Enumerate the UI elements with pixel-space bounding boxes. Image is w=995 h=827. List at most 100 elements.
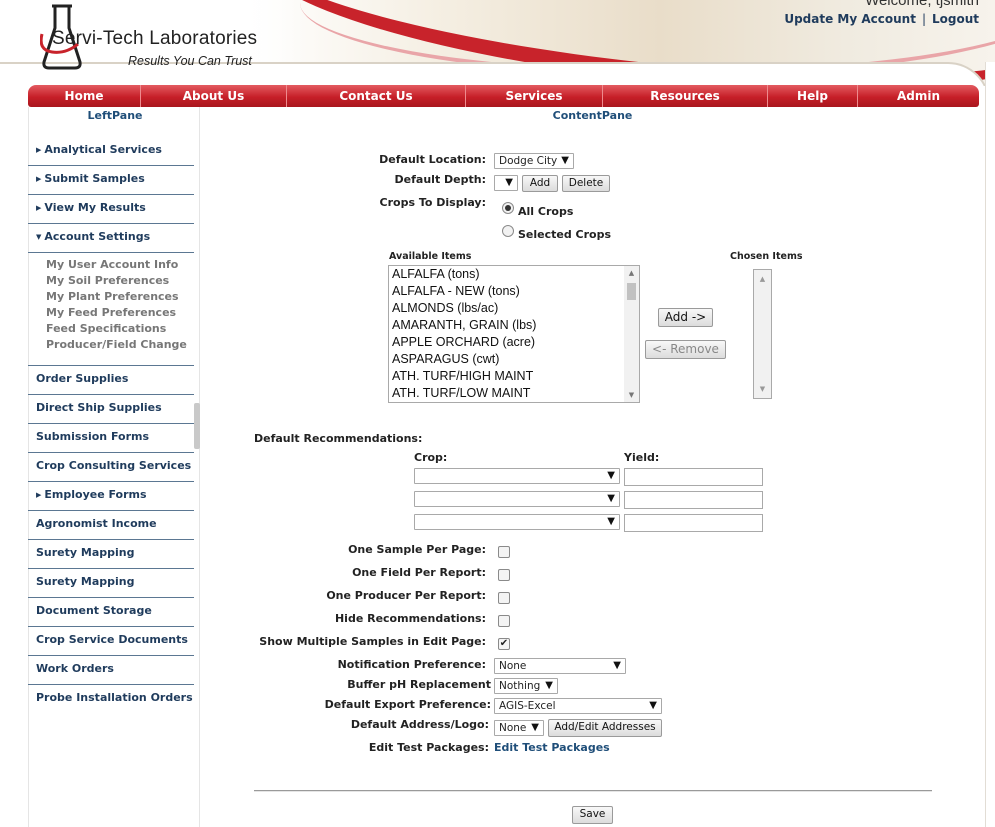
form-divider: [254, 790, 932, 792]
menu-probe-installation-orders[interactable]: Probe Installation Orders: [28, 685, 194, 714]
menu-work-orders[interactable]: Work Orders: [28, 656, 194, 685]
rec-crop-select-2[interactable]: ▼: [414, 491, 620, 507]
default-address-logo-label: Default Address/Logo:: [350, 718, 489, 731]
nav-help[interactable]: Help: [768, 85, 858, 107]
menu-agronomist-income[interactable]: Agronomist Income: [28, 511, 194, 540]
remove-crop-button[interactable]: <- Remove: [645, 340, 726, 359]
submenu-my-feed-preferences[interactable]: My Feed Preferences: [46, 305, 194, 321]
menu-crop-service-documents[interactable]: Crop Service Documents: [28, 627, 194, 656]
scroll-up-arrow-icon[interactable]: ▲: [624, 266, 639, 280]
menu-employee-forms[interactable]: ▶ Employee Forms: [28, 482, 194, 511]
submenu-producer-field-change[interactable]: Producer/Field Change: [46, 337, 194, 353]
menu-crop-consulting-services[interactable]: Crop Consulting Services: [28, 453, 194, 482]
one-field-per-report-checkbox[interactable]: [498, 569, 510, 581]
add-edit-addresses-button[interactable]: Add/Edit Addresses: [548, 719, 662, 737]
submenu-my-plant-preferences[interactable]: My Plant Preferences: [46, 289, 194, 305]
scroll-up-arrow-icon[interactable]: ▲: [754, 272, 771, 286]
nav-home[interactable]: Home: [28, 85, 141, 107]
rec-yield-input-2[interactable]: [624, 491, 763, 509]
rec-yield-input-1[interactable]: [624, 468, 763, 486]
selected-crops-radio[interactable]: [502, 225, 514, 237]
site-header: Servi-Tech Laboratories Results You Can …: [0, 0, 995, 86]
show-multiple-samples-label: Show Multiple Samples in Edit Page:: [259, 635, 486, 648]
menu-surety-mapping[interactable]: Surety Mapping: [28, 540, 194, 569]
default-recommendations-label: Default Recommendations:: [254, 432, 423, 445]
add-depth-button[interactable]: Add: [522, 175, 558, 192]
list-item[interactable]: ALMONDS (lbs/ac): [389, 300, 639, 317]
update-account-link[interactable]: Update My Account: [784, 12, 916, 26]
available-items-label: Available Items: [389, 251, 472, 262]
chosen-items-list[interactable]: ▲ ▼: [753, 269, 772, 399]
edit-test-packages-label: Edit Test Packages:: [368, 741, 489, 754]
notification-preference-select[interactable]: None ▼: [494, 658, 626, 674]
list-item[interactable]: ATH. TURF/HIGH MAINT: [389, 368, 639, 385]
menu-analytical-services[interactable]: ▶ Analytical Services: [28, 137, 194, 166]
scroll-down-arrow-icon[interactable]: ▼: [624, 388, 639, 402]
list-item[interactable]: ALFALFA - NEW (tons): [389, 283, 639, 300]
crop-column-label: Crop:: [414, 451, 448, 464]
available-items-list[interactable]: ALFALFA (tons) ALFALFA - NEW (tons) ALMO…: [388, 265, 640, 403]
dropdown-arrow-icon: ▼: [531, 722, 539, 733]
menu-surety-mapping-2[interactable]: Surety Mapping: [28, 569, 194, 598]
nav-admin[interactable]: Admin: [858, 85, 979, 107]
menu-account-settings[interactable]: ▼ Account Settings: [28, 224, 194, 253]
collapsed-triangle-icon: ▶: [36, 204, 42, 212]
nav-services[interactable]: Services: [466, 85, 603, 107]
list-item[interactable]: ASPARAGUS (cwt): [389, 351, 639, 368]
one-sample-per-page-checkbox[interactable]: [498, 546, 510, 558]
hide-recommendations-checkbox[interactable]: [498, 615, 510, 627]
dropdown-arrow-icon: ▼: [607, 470, 615, 481]
nav-contact-us[interactable]: Contact Us: [287, 85, 466, 107]
scroll-down-arrow-icon[interactable]: ▼: [754, 382, 771, 396]
menu-direct-ship-supplies[interactable]: Direct Ship Supplies: [28, 395, 194, 424]
add-crop-button[interactable]: Add ->: [658, 308, 713, 327]
company-name: Servi-Tech Laboratories: [52, 28, 258, 49]
default-location-select[interactable]: Dodge City ▼: [494, 153, 574, 169]
list-item[interactable]: AMARANTH, GRAIN (lbs): [389, 317, 639, 334]
submenu-my-user-account-info[interactable]: My User Account Info: [46, 257, 194, 273]
link-separator: |: [921, 12, 926, 26]
default-export-preference-label: Default Export Preference:: [324, 698, 491, 711]
available-items-scrollbar[interactable]: ▲ ▼: [624, 266, 639, 402]
menu-submission-forms[interactable]: Submission Forms: [28, 424, 194, 453]
page-scrollbar[interactable]: [985, 62, 995, 827]
left-pane-title: LeftPane: [87, 109, 143, 122]
submenu-my-soil-preferences[interactable]: My Soil Preferences: [46, 273, 194, 289]
list-item[interactable]: ATH. TURF/LOW MAINT: [389, 385, 639, 402]
delete-depth-button[interactable]: Delete: [562, 175, 610, 192]
left-menu: ▶ Analytical Services ▶ Submit Samples ▶ Vi…: [28, 137, 194, 714]
nav-about-us[interactable]: About Us: [141, 85, 287, 107]
all-crops-radio[interactable]: [502, 202, 514, 214]
save-button[interactable]: Save: [572, 806, 613, 824]
logout-link[interactable]: Logout: [932, 12, 979, 26]
list-item[interactable]: APPLE ORCHARD (acre): [389, 334, 639, 351]
welcome-text: Welcome, tjsmith: [865, 0, 979, 9]
checkmark-icon: ✔: [499, 638, 509, 649]
show-multiple-samples-checkbox[interactable]: ✔: [498, 638, 510, 650]
rec-crop-select-1[interactable]: ▼: [414, 468, 620, 484]
menu-submit-samples[interactable]: ▶ Submit Samples: [28, 166, 194, 195]
dropdown-arrow-icon: ▼: [649, 700, 657, 711]
pane-splitter-handle[interactable]: [194, 403, 200, 449]
one-producer-per-report-label: One Producer Per Report:: [326, 589, 486, 602]
rec-crop-select-3[interactable]: ▼: [414, 514, 620, 530]
nav-resources[interactable]: Resources: [603, 85, 768, 107]
content-pane-title: ContentPane: [552, 109, 633, 122]
menu-view-my-results[interactable]: ▶ View My Results: [28, 195, 194, 224]
buffer-ph-replacement-select[interactable]: Nothing ▼: [494, 678, 558, 694]
edit-test-packages-link[interactable]: Edit Test Packages: [494, 741, 610, 754]
list-item[interactable]: ALFALFA (tons): [389, 266, 639, 283]
crops-to-display-label: Crops To Display:: [379, 196, 486, 209]
default-address-logo-select[interactable]: None ▼: [494, 720, 544, 736]
rec-yield-input-3[interactable]: [624, 514, 763, 532]
expanded-triangle-icon: ▼: [36, 233, 42, 241]
menu-document-storage[interactable]: Document Storage: [28, 598, 194, 627]
one-producer-per-report-checkbox[interactable]: [498, 592, 510, 604]
default-depth-select[interactable]: ▼: [494, 175, 518, 191]
scroll-thumb[interactable]: [627, 283, 636, 300]
company-tagline: Results You Can Trust: [128, 54, 252, 68]
yield-column-label: Yield:: [624, 451, 660, 464]
default-export-preference-select[interactable]: AGIS-Excel ▼: [494, 698, 662, 714]
menu-order-supplies[interactable]: Order Supplies: [28, 366, 194, 395]
submenu-feed-specifications[interactable]: Feed Specifications: [46, 321, 194, 337]
